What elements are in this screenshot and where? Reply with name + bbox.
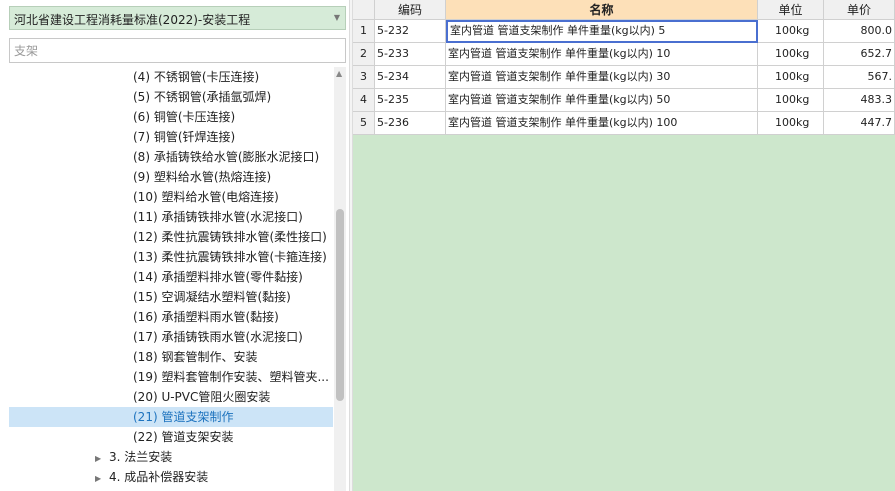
table-row[interactable]: 1 5-232 室内管道 管道支架制作 单件重量(kg以内) 5 100kg 8… [353, 20, 895, 43]
tree-parent-item[interactable]: ▶ 4. 成品补偿器安装 [9, 467, 333, 487]
code-cell[interactable]: 5-232 [375, 20, 446, 43]
tree-scrollbar[interactable]: ▲ [334, 67, 346, 491]
price-cell[interactable]: 800.0 [824, 20, 895, 43]
tree-item[interactable]: (14) 承插塑料排水管(零件黏接) [9, 267, 333, 287]
name-cell[interactable]: 室内管道 管道支架制作 单件重量(kg以内) 30 [446, 66, 758, 89]
unit-cell[interactable]: 100kg [758, 89, 824, 112]
standard-select-value: 河北省建设工程消耗量标准(2022)-安装工程 [14, 13, 251, 27]
row-number: 5 [353, 112, 375, 135]
name-cell-active[interactable]: 室内管道 管道支架制作 单件重量(kg以内) 5 [446, 20, 758, 43]
tree-item[interactable]: (5) 不锈钢管(承插氩弧焊) [9, 87, 333, 107]
chapter-tree: (4) 不锈钢管(卡压连接) (5) 不锈钢管(承插氩弧焊) (6) 铜管(卡压… [9, 67, 333, 491]
row-number: 1 [353, 20, 375, 43]
tree-item-label: (21) 管道支架制作 [133, 410, 234, 424]
triangle-right-icon[interactable]: ▶ [95, 449, 109, 467]
header-name[interactable]: 名称 [446, 0, 758, 20]
row-number: 2 [353, 43, 375, 66]
tree-item-label: (6) 铜管(卡压连接) [133, 110, 236, 124]
tree-item[interactable]: (10) 塑料给水管(电熔连接) [9, 187, 333, 207]
tree-item-label: (5) 不锈钢管(承插氩弧焊) [133, 90, 272, 104]
tree-item[interactable]: (19) 塑料套管制作安装、塑料管夹... [9, 367, 333, 387]
code-cell[interactable]: 5-234 [375, 66, 446, 89]
tree-item-label: (18) 钢套管制作、安装 [133, 350, 258, 364]
code-cell[interactable]: 5-236 [375, 112, 446, 135]
tree-item-selected[interactable]: (21) 管道支架制作 [9, 407, 333, 427]
tree-item[interactable]: (22) 管道支架安装 [9, 427, 333, 447]
tree-item[interactable]: (20) U-PVC管阻火圈安装 [9, 387, 333, 407]
name-cell[interactable]: 室内管道 管道支架制作 单件重量(kg以内) 50 [446, 89, 758, 112]
tree-item-label: (16) 承插塑料雨水管(黏接) [133, 310, 279, 324]
tree-item[interactable]: (15) 空调凝结水塑料管(黏接) [9, 287, 333, 307]
tree-item-label: (4) 不锈钢管(卡压连接) [133, 70, 260, 84]
tree-item-label: (8) 承插铸铁给水管(膨胀水泥接口) [133, 150, 320, 164]
unit-cell[interactable]: 100kg [758, 66, 824, 89]
tree-item-label: (20) U-PVC管阻火圈安装 [133, 390, 271, 404]
code-cell[interactable]: 5-235 [375, 89, 446, 112]
tree-item-label: (12) 柔性抗震铸铁排水管(柔性接口) [133, 230, 327, 244]
chevron-down-icon[interactable]: ▼ [334, 13, 340, 22]
header-unit[interactable]: 单位 [758, 0, 824, 20]
tree-item-label: (17) 承插铸铁雨水管(水泥接口) [133, 330, 303, 344]
tree-parent-item[interactable]: ▶ 3. 法兰安装 [9, 447, 333, 467]
tree-item-label: (7) 铜管(钎焊连接) [133, 130, 236, 144]
tree-item-label: (14) 承插塑料排水管(零件黏接) [133, 270, 303, 284]
tree-item[interactable]: (17) 承插铸铁雨水管(水泥接口) [9, 327, 333, 347]
table-row[interactable]: 3 5-234 室内管道 管道支架制作 单件重量(kg以内) 30 100kg … [353, 66, 895, 89]
tree-parent-label: 3. 法兰安装 [109, 450, 173, 464]
tree-item[interactable]: (13) 柔性抗震铸铁排水管(卡箍连接) [9, 247, 333, 267]
search-input[interactable] [9, 38, 346, 63]
left-panel: 河北省建设工程消耗量标准(2022)-安装工程 ▼ (4) 不锈钢管(卡压连接)… [0, 0, 349, 491]
scrollbar-thumb[interactable] [336, 209, 344, 401]
unit-cell[interactable]: 100kg [758, 112, 824, 135]
price-cell[interactable]: 567. [824, 66, 895, 89]
tree-item-label: (22) 管道支架安装 [133, 430, 234, 444]
price-cell[interactable]: 447.7 [824, 112, 895, 135]
tree-item[interactable]: (9) 塑料给水管(热熔连接) [9, 167, 333, 187]
tree-item-label: (10) 塑料给水管(电熔连接) [133, 190, 279, 204]
tree-item[interactable]: (4) 不锈钢管(卡压连接) [9, 67, 333, 87]
tree-item[interactable]: (7) 铜管(钎焊连接) [9, 127, 333, 147]
tree-item[interactable]: (8) 承插铸铁给水管(膨胀水泥接口) [9, 147, 333, 167]
tree-item[interactable]: (6) 铜管(卡压连接) [9, 107, 333, 127]
header-corner [353, 0, 375, 20]
quota-grid: 编码 名称 单位 单价 1 5-232 室内管道 管道支架制作 单件重量(kg以… [353, 0, 895, 491]
triangle-right-icon[interactable]: ▶ [95, 469, 109, 487]
header-code[interactable]: 编码 [375, 0, 446, 20]
code-cell[interactable]: 5-233 [375, 43, 446, 66]
tree-item[interactable]: (18) 钢套管制作、安装 [9, 347, 333, 367]
name-cell[interactable]: 室内管道 管道支架制作 单件重量(kg以内) 10 [446, 43, 758, 66]
tree-item-label: (13) 柔性抗震铸铁排水管(卡箍连接) [133, 250, 327, 264]
price-cell[interactable]: 652.7 [824, 43, 895, 66]
unit-cell[interactable]: 100kg [758, 43, 824, 66]
tree-parent-label: 4. 成品补偿器安装 [109, 470, 209, 484]
table-row[interactable]: 4 5-235 室内管道 管道支架制作 单件重量(kg以内) 50 100kg … [353, 89, 895, 112]
tree-item-label: (9) 塑料给水管(热熔连接) [133, 170, 272, 184]
table-row[interactable]: 5 5-236 室内管道 管道支架制作 单件重量(kg以内) 100 100kg… [353, 112, 895, 135]
name-cell[interactable]: 室内管道 管道支架制作 单件重量(kg以内) 100 [446, 112, 758, 135]
row-number: 3 [353, 66, 375, 89]
tree-item[interactable]: (16) 承插塑料雨水管(黏接) [9, 307, 333, 327]
tree-item[interactable]: (11) 承插铸铁排水管(水泥接口) [9, 207, 333, 227]
tree-item-label: (15) 空调凝结水塑料管(黏接) [133, 290, 291, 304]
price-cell[interactable]: 483.3 [824, 89, 895, 112]
tree-item-label: (19) 塑料套管制作安装、塑料管夹... [133, 370, 329, 384]
table-row[interactable]: 2 5-233 室内管道 管道支架制作 单件重量(kg以内) 10 100kg … [353, 43, 895, 66]
unit-cell[interactable]: 100kg [758, 20, 824, 43]
tree-item[interactable]: (12) 柔性抗震铸铁排水管(柔性接口) [9, 227, 333, 247]
header-price[interactable]: 单价 [824, 0, 895, 20]
standard-select[interactable]: 河北省建设工程消耗量标准(2022)-安装工程 ▼ [9, 6, 346, 30]
tree-item-label: (11) 承插铸铁排水管(水泥接口) [133, 210, 303, 224]
arrow-up-icon[interactable]: ▲ [336, 69, 342, 78]
row-number: 4 [353, 89, 375, 112]
